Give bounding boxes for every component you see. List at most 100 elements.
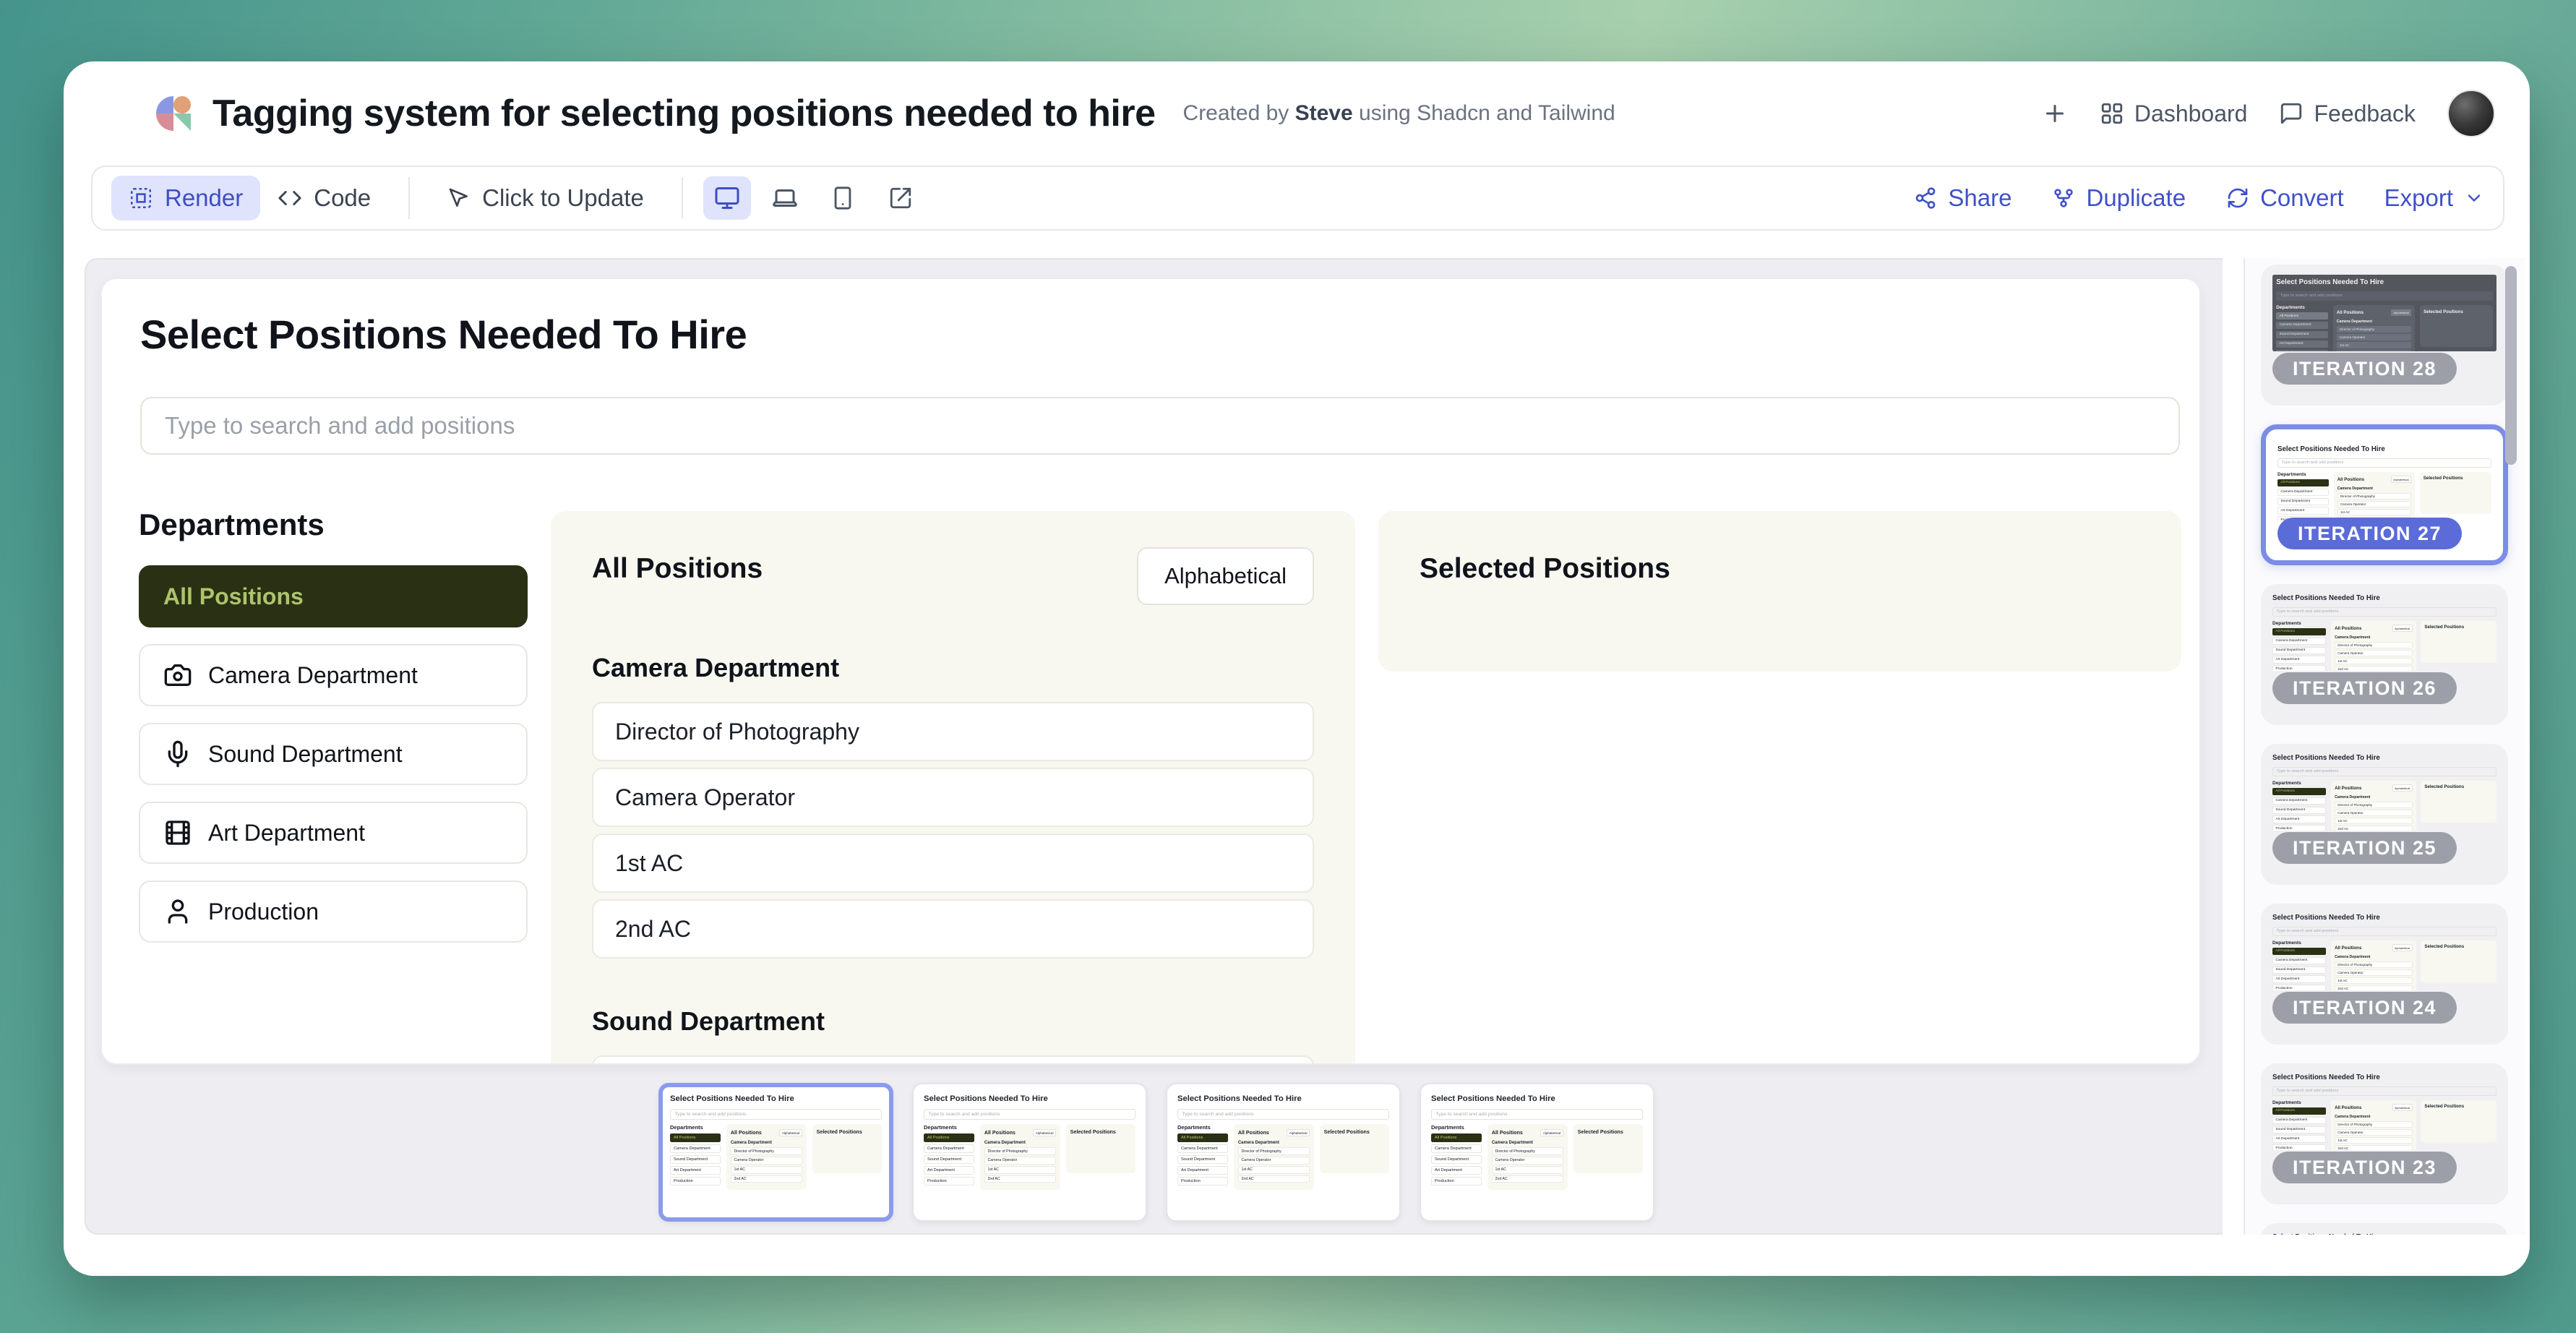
plus-icon[interactable] [2042, 100, 2068, 127]
toolbar-divider [682, 177, 683, 219]
mini-title: Select Positions Needed To Hire [1431, 1094, 1643, 1103]
app-header: Tagging system for selecting positions n… [64, 61, 2530, 166]
device-toggle-group [703, 176, 924, 220]
mini-department-chip: Camera Department [1177, 1144, 1228, 1153]
laptop-icon [772, 185, 798, 211]
version-thumbnail-2[interactable]: Select Positions Needed To HireType to s… [912, 1083, 1147, 1222]
mini-title: Select Positions Needed To Hire [2272, 1073, 2496, 1081]
iteration-card-iteration-24[interactable]: Select Positions Needed To HireType to s… [2261, 904, 2508, 1045]
position-row[interactable]: 1st AC [592, 833, 1314, 893]
position-group-heading: Sound Department [592, 1006, 1314, 1037]
share-button[interactable]: Share [1914, 184, 2012, 212]
user-avatar[interactable] [2447, 90, 2495, 137]
mini-position-row: 2nd AC [984, 1175, 1056, 1183]
open-preview-button[interactable] [877, 176, 924, 220]
mini-search: Type to search and add positions [2276, 291, 2493, 301]
mini-position-row: 1st AC [2335, 818, 2412, 824]
grid-icon [2100, 101, 2124, 126]
version-thumbnail-1[interactable]: Select Positions Needed To HireType to s… [658, 1083, 893, 1222]
feedback-button[interactable]: Feedback [2279, 100, 2416, 127]
position-row[interactable]: 2nd AC [592, 899, 1314, 959]
mini-preview: Select Positions Needed To HireType to s… [2277, 445, 2491, 522]
iteration-badge: ITERATION 27 [2277, 518, 2462, 549]
mini-department-chip: Art Department [2276, 340, 2328, 348]
mini-department-chip: Camera Department [2272, 957, 2326, 964]
mini-department-chip: Camera Department [2272, 797, 2326, 805]
iterations-sidebar: Select Positions Needed To Hire Type to s… [2244, 258, 2525, 1235]
search-input[interactable] [140, 397, 2180, 455]
export-button[interactable]: Export [2384, 184, 2484, 212]
mini-position-row: Camera Operator [2337, 501, 2411, 507]
iteration-card-iteration-27[interactable]: Select Positions Needed To HireType to s… [2261, 424, 2508, 565]
department-label: Art Department [208, 820, 365, 846]
position-row[interactable]: Director of Photography [592, 702, 1314, 761]
position-row[interactable]: Sound Mixer [592, 1055, 1314, 1065]
mini-department-chip: Sound Department [670, 1155, 721, 1164]
sidebar-scrollbar[interactable] [2505, 266, 2517, 465]
mini-position-row: 2nd AC [2335, 1145, 2412, 1150]
project-title: Tagging system for selecting positions n… [212, 92, 1156, 135]
mini-title: Select Positions Needed To Hire [2276, 278, 2493, 286]
mini-department-chip: Sound Department [1431, 1155, 1482, 1164]
duplicate-button[interactable]: Duplicate [2052, 184, 2186, 212]
mini-search: Type to search and add positions [2272, 607, 2496, 617]
laptop-view-button[interactable] [761, 176, 809, 220]
mini-position-row: Camera Operator [2335, 1129, 2412, 1136]
mini-department-chip: Production [924, 1177, 974, 1186]
department-button-all-positions[interactable]: All Positions [139, 565, 528, 627]
mini-position-row: Director of Photography [2337, 493, 2411, 500]
mini-position-row: 1st AC [1492, 1166, 1563, 1174]
iterations-list: Select Positions Needed To Hire Type to s… [2261, 265, 2508, 1235]
mini-position-row: Director of Photography [984, 1147, 1056, 1155]
mini-department-chip: Sound Department [2272, 1126, 2326, 1133]
departments-list: All Positions Camera Department Sound Depa… [139, 565, 528, 943]
department-label: Production [208, 899, 319, 925]
mini-department-chip: Camera Department [1431, 1144, 1482, 1153]
position-row[interactable]: Camera Operator [592, 768, 1314, 827]
department-button-production[interactable]: Production [139, 880, 528, 943]
monitor-icon [714, 185, 740, 211]
render-tab[interactable]: Render [111, 176, 260, 220]
mini-position-row: Director of Photography [731, 1147, 802, 1155]
iteration-card-iteration-28[interactable]: Select Positions Needed To Hire Type to s… [2261, 265, 2508, 406]
iteration-card-iteration-25[interactable]: Select Positions Needed To HireType to s… [2261, 744, 2508, 885]
mini-position-row: 2nd AC [2335, 826, 2412, 831]
share-icon [1914, 187, 1937, 210]
mini-department-chip: Production [670, 1177, 721, 1186]
iteration-card-partial[interactable]: Select Positions Needed To HireType to s… [2261, 1223, 2508, 1235]
iteration-card-iteration-23[interactable]: Select Positions Needed To HireType to s… [2261, 1063, 2508, 1204]
selected-positions-heading: Selected Positions [1420, 553, 2140, 585]
mini-search: Type to search and add positions [2277, 458, 2491, 468]
mini-position-row: 1st AC [2335, 977, 2412, 984]
mini-position-row: Director of Photography [2335, 961, 2412, 968]
version-thumbnail-4[interactable]: Select Positions Needed To HireType to s… [1420, 1083, 1654, 1222]
mini-position-row: Camera Operator [2335, 650, 2412, 656]
mini-department-chip: All Positions [2272, 948, 2326, 955]
mini-department-chip: Camera Department [2272, 1117, 2326, 1124]
mini-position-row: 1st AC [731, 1166, 802, 1174]
iteration-card-iteration-26[interactable]: Select Positions Needed To HireType to s… [2261, 584, 2508, 725]
dashboard-button[interactable]: Dashboard [2100, 100, 2248, 127]
mini-position-row: Director of Photography [2335, 1121, 2412, 1128]
version-thumbnail-3[interactable]: Select Positions Needed To HireType to s… [1166, 1083, 1401, 1222]
mini-department-chip: Sound Department [2277, 498, 2329, 505]
selected-positions-panel: Selected Positions [1378, 511, 2181, 672]
department-button-sound-department[interactable]: Sound Department [139, 723, 528, 785]
mini-department-chip: All Positions [2272, 628, 2326, 635]
department-button-art-department[interactable]: Art Department [139, 802, 528, 864]
convert-button[interactable]: Convert [2226, 184, 2344, 212]
desktop-background: Tagging system for selecting positions n… [0, 0, 2576, 1333]
click-to-update-button[interactable]: Click to Update [430, 176, 661, 220]
mini-preview: Select Positions Needed To HireType to s… [2272, 594, 2496, 671]
department-button-camera-department[interactable]: Camera Department [139, 644, 528, 706]
code-icon [278, 186, 302, 210]
version-thumbnail-strip: Select Positions Needed To HireType to s… [658, 1083, 1654, 1222]
phone-view-button[interactable] [819, 176, 867, 220]
desktop-view-button[interactable] [703, 176, 751, 220]
code-tab[interactable]: Code [260, 176, 388, 220]
magic-patterns-logo-icon [156, 96, 191, 131]
alphabetical-sort-button[interactable]: Alphabetical [1137, 547, 1314, 605]
mini-department-chip: Art Department [2272, 1135, 2326, 1142]
render-frame-icon [129, 186, 153, 210]
chevron-down-icon [2464, 188, 2484, 208]
